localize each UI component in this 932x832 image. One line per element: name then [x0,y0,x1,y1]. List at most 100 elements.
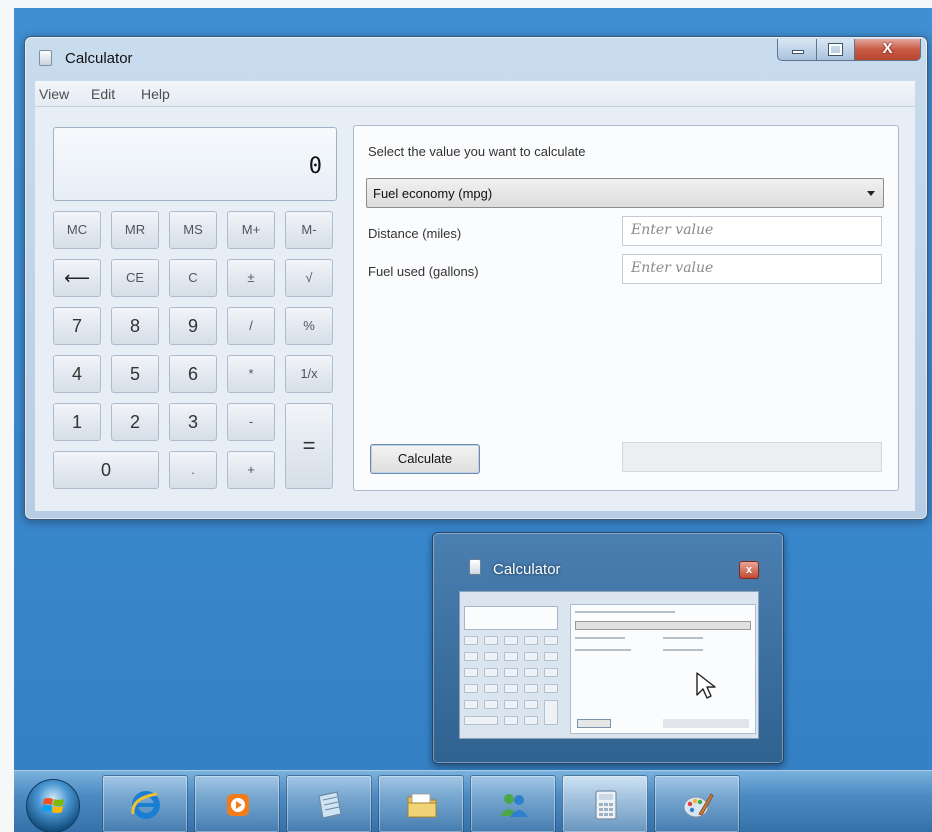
mini-key [544,652,558,661]
close-button[interactable]: X [855,39,921,61]
minimize-button[interactable] [777,39,817,61]
taskbar-file-explorer[interactable] [378,775,464,832]
close-icon: X [882,40,893,57]
key-add[interactable]: + [227,451,275,489]
calculate-button[interactable]: Calculate [370,444,480,474]
mini-result-field [663,719,749,728]
title-bar[interactable]: Calculator X [25,37,927,79]
mini-key [464,668,478,677]
key-0[interactable]: 0 [53,451,159,489]
distance-input[interactable]: Enter value [622,216,882,246]
mini-key [544,684,558,693]
display-value: 0 [308,154,322,179]
fuel-used-input[interactable]: Enter value [622,254,882,284]
dropdown-arrow-icon [867,191,875,196]
unit-calculation-panel: Select the value you want to calculate F… [353,125,899,491]
panel-heading: Select the value you want to calculate [368,144,586,159]
mini-key [504,668,518,677]
menu-bar: View Edit Help [35,81,915,107]
result-field [622,442,882,472]
mouse-cursor-icon [696,672,716,699]
maximize-button[interactable] [817,39,855,61]
taskbar [14,770,932,832]
key-8[interactable]: 8 [111,307,159,345]
key-3[interactable]: 3 [169,403,217,441]
key-9[interactable]: 9 [169,307,217,345]
calculation-mode-select[interactable]: Fuel economy (mpg) [366,178,884,208]
file-explorer-icon [407,793,437,818]
key-ms[interactable]: MS [169,211,217,249]
key-5[interactable]: 5 [111,355,159,393]
mini-display [464,606,558,630]
key-7[interactable]: 7 [53,307,101,345]
mini-text-line [575,637,625,639]
mini-key [484,700,498,709]
selected-mode: Fuel economy (mpg) [373,186,493,201]
menu-edit[interactable]: Edit [91,86,115,102]
taskbar-paint[interactable] [654,775,740,832]
key-1[interactable]: 1 [53,403,101,441]
taskbar-thumbnail-preview[interactable]: Calculator x [432,532,784,764]
key-percent[interactable]: % [285,307,333,345]
mini-key [524,668,538,677]
mini-key [524,716,538,725]
mini-key [504,716,518,725]
mini-key [464,636,478,645]
key-m-plus[interactable]: M+ [227,211,275,249]
windows-logo-icon [42,798,64,813]
calculator-icon [595,790,617,820]
distance-label: Distance (miles) [368,226,462,241]
calculator-icon [469,559,481,575]
key-divide[interactable]: / [227,307,275,345]
mini-key [504,652,518,661]
paint-icon [683,793,714,818]
taskbar-people[interactable] [470,775,556,832]
mini-text-line [575,611,675,613]
key-mr[interactable]: MR [111,211,159,249]
mini-key [464,716,498,725]
menu-help[interactable]: Help [141,86,170,102]
taskbar-notepad[interactable] [286,775,372,832]
key-sqrt[interactable]: √ [285,259,333,297]
mini-key [484,636,498,645]
thumbnail-close-button[interactable]: x [739,561,759,579]
mini-key [524,700,538,709]
mini-key [504,684,518,693]
mini-text-line [663,649,703,651]
start-button[interactable] [26,779,80,832]
mini-key [484,684,498,693]
key-subtract[interactable]: - [227,403,275,441]
mini-key [504,636,518,645]
mini-key [464,684,478,693]
key-ce[interactable]: CE [111,259,159,297]
key-reciprocal[interactable]: 1/x [285,355,333,393]
key-m-minus[interactable]: M- [285,211,333,249]
taskbar-calculator[interactable] [562,775,648,832]
taskbar-media-player[interactable] [194,775,280,832]
menu-view[interactable]: View [39,86,69,102]
internet-explorer-icon [131,791,160,819]
key-c[interactable]: C [169,259,217,297]
maximize-icon [828,43,843,56]
key-decimal[interactable]: . [169,451,217,489]
client-area: 0 MC MR MS M+ M- ⟵ CE C ± √ 7 8 9 / % 4 … [35,107,915,511]
taskbar-internet-explorer[interactable] [102,775,188,832]
key-equals[interactable]: = [285,403,333,489]
mini-key [484,668,498,677]
mini-text-line [575,649,631,651]
mini-panel [570,604,756,734]
key-backspace[interactable]: ⟵ [53,259,101,297]
mini-combo [575,621,751,630]
notepad-icon [318,791,342,819]
key-2[interactable]: 2 [111,403,159,441]
window-title: Calculator [65,50,133,67]
key-6[interactable]: 6 [169,355,217,393]
key-plus-minus[interactable]: ± [227,259,275,297]
mini-key [524,636,538,645]
key-multiply[interactable]: * [227,355,275,393]
mini-key [544,636,558,645]
mini-key [464,652,478,661]
key-mc[interactable]: MC [53,211,101,249]
key-4[interactable]: 4 [53,355,101,393]
people-icon [500,794,528,817]
